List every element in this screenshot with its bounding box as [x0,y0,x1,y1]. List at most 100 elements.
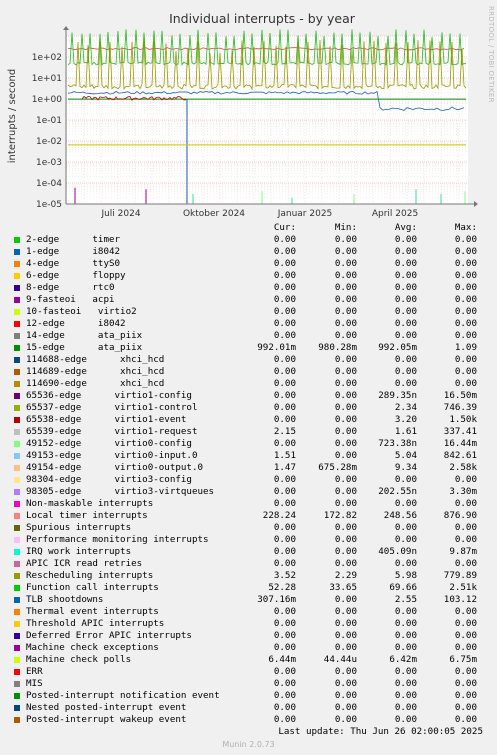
legend-min-value: 675.28m [318,462,357,473]
legend-series-name: IRQ work interrupts [26,546,132,557]
legend-min-value: 0.00 [334,390,357,401]
legend-cur-value: 0.00 [273,306,296,317]
legend-row: 4-edge ttyS0 0.00 0.00 0.00 0.00 [14,258,484,270]
legend-swatch [14,585,20,591]
legend-series-name: 114690-edge xhci_hcd [26,378,165,389]
legend-min-value: 0.00 [334,306,357,317]
legend-min-value: 0.00 [334,474,357,485]
legend-row: MIS 0.00 0.00 0.00 0.00 [14,678,484,690]
y-tick-label: 1e+01 [32,74,62,84]
legend-cur-value: 0.00 [273,366,296,377]
legend-swatch [14,453,20,459]
legend-series-name: 49154-edge virtio0-output.0 [26,462,204,473]
legend-cur-value: 3.52 [273,570,296,581]
header-max: Max: [454,222,477,233]
legend-row: 49154-edge virtio0-output.0 1.47 675.28m 9.… [14,462,484,474]
legend-header: Cur: Min: Avg: Max: [14,222,484,234]
legend-avg-value: 0.00 [394,606,417,617]
legend-row: 65536-edge virtio1-config 0.00 0.00 289.35n… [14,390,484,402]
munin-version: Munin 2.0.73 [222,740,275,749]
legend-min-value: 0.00 [334,414,357,425]
legend-swatch [14,417,20,423]
legend-min-value: 44.44u [323,654,357,665]
legend-series-name: Rescheduling interrupts [26,570,154,581]
legend-row: Deferred Error APIC interrupts 0.00 0.00 0.… [14,630,484,642]
legend-min-value: 0.00 [334,234,357,245]
legend-max-value: 0.00 [454,522,477,533]
legend-cur-value: 0.00 [273,354,296,365]
legend-series-name: 8-edge rtc0 [26,282,115,293]
legend-row: 6-edge floppy 0.00 0.00 0.00 0.00 [14,270,484,282]
legend-avg-value: 0.00 [394,294,417,305]
legend-swatch [14,609,20,615]
legend-row: Threshold APIC interrupts 0.00 0.00 0.00 0.0… [14,618,484,630]
legend-swatch [14,489,20,495]
legend-max-value: 6.75m [449,654,477,665]
legend-row: Performance monitoring interrupts 0.00 0.0… [14,534,484,546]
legend-min-value: 0.00 [334,618,357,629]
legend-min-value: 33.65 [329,582,357,593]
legend-max-value: 746.39 [443,402,477,413]
legend-row: 65539-edge virtio1-request 2.15 0.00 1.61 33… [14,426,484,438]
legend-min-value: 0.00 [334,594,357,605]
y-tick-label: 1e+00 [32,95,63,105]
legend-swatch [14,669,20,675]
legend-avg-value: 1.61 [394,426,417,437]
legend-series-name: Local timer interrupts [26,510,148,521]
legend-cur-value: 0.00 [273,378,296,389]
legend-avg-value: 0.00 [394,714,417,725]
legend-swatch [14,621,20,627]
legend-swatch [14,369,20,375]
legend-avg-value: 0.00 [394,618,417,629]
legend-max-value: 0.00 [454,474,477,485]
legend-swatch [14,633,20,639]
legend-max-value: 0.00 [454,690,477,701]
legend-cur-value: 0.00 [273,558,296,569]
legend-swatch [14,393,20,399]
legend-max-value: 0.00 [454,534,477,545]
legend-cur-value: 0.00 [273,246,296,257]
legend-min-value: 2.29 [334,570,357,581]
legend-series-name: TLB shootdowns [26,594,104,605]
legend-max-value: 779.89 [443,570,477,581]
legend-swatch [14,321,20,327]
legend-avg-value: 0.00 [394,318,417,329]
legend-swatch [14,429,20,435]
legend-row: 114688-edge xhci_hcd 0.00 0.00 0.00 0.00 [14,354,484,366]
legend-row: 15-edge ata_piix 992.01m 980.28m 992.05m 1.0… [14,342,484,354]
legend-cur-value: 0.00 [273,702,296,713]
chart: 1e+02 1e+01 1e+00 1e-01 1e-02 1e-03 1e-04 1e-05… [7,11,478,219]
legend-avg-value: 3.20 [394,414,417,425]
legend-row: Nested posted-interrupt event 0.00 0.00 0.0… [14,702,484,714]
legend-cur-value: 228.24 [262,510,296,521]
y-axis-arrow [63,26,69,30]
legend-swatch [14,405,20,411]
legend-min-value: 980.28m [318,342,357,353]
legend-cur-value: 0.00 [273,474,296,485]
y-tick-label: 1e-05 [36,200,62,210]
legend-series-name: Deferred Error APIC interrupts [26,630,192,641]
legend-avg-value: 289.35n [378,390,417,401]
legend-avg-value: 0.00 [394,282,417,293]
legend-swatch [14,309,20,315]
legend-cur-value: 0.00 [273,642,296,653]
legend-min-value: 0.00 [334,486,357,497]
legend-avg-value: 0.00 [394,522,417,533]
legend-row: Rescheduling interrupts 3.52 2.29 5.98 779.8… [14,570,484,582]
legend-cur-value: 992.01m [257,342,296,353]
legend-min-value: 0.00 [334,270,357,281]
legend-swatch [14,249,20,255]
legend-swatch [14,717,20,723]
x-axis-arrow [474,201,478,207]
legend-min-value: 0.00 [334,378,357,389]
legend-rows: 2-edge timer 0.00 0.00 0.00 0.00 1-edge i8042… [14,234,484,726]
legend-min-value: 0.00 [334,690,357,701]
legend-cur-value: 52.28 [268,582,296,593]
legend-row: 1-edge i8042 0.00 0.00 0.00 0.00 [14,246,484,258]
legend-swatch [14,561,20,567]
legend-max-value: 337.41 [443,426,477,437]
legend-avg-value: 5.98 [394,570,417,581]
legend-series-name: Posted-interrupt notification event [26,690,220,701]
legend-min-value: 0.00 [334,666,357,677]
legend-series-name: 1-edge i8042 [26,246,121,257]
